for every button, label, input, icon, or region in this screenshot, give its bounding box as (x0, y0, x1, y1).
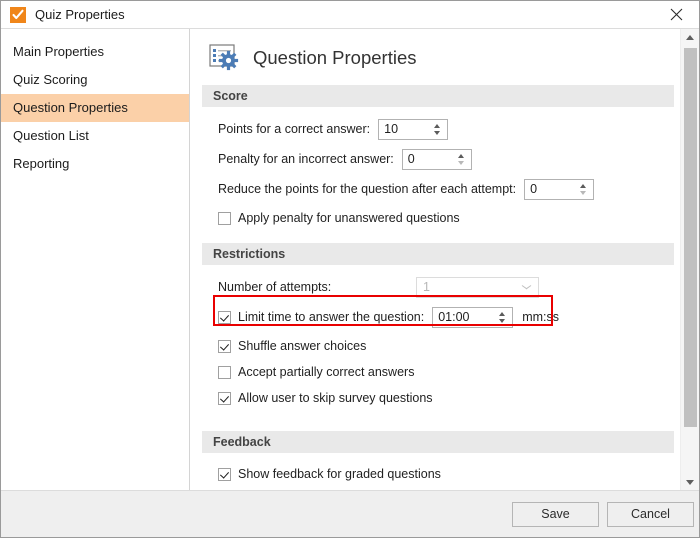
section-header-restrictions: Restrictions (202, 243, 674, 265)
number-of-attempts-label: Number of attempts: (218, 280, 332, 294)
limit-time-checkbox[interactable] (218, 310, 231, 324)
limit-time-row[interactable]: Limit time to answer the question: 01:00… (191, 305, 699, 329)
window-title: Quiz Properties (35, 7, 125, 22)
stepper-down-icon (457, 160, 464, 165)
scroll-up-icon (686, 35, 694, 40)
penalty-incorrect-row: Penalty for an incorrect answer: 0 (191, 147, 699, 171)
partial-answers-checkbox[interactable] (218, 365, 231, 379)
limit-time-stepper[interactable]: 01:00 (432, 306, 514, 328)
shuffle-answers-row[interactable]: Shuffle answer choices (191, 335, 699, 357)
penalty-incorrect-value: 0 (407, 151, 415, 166)
apply-penalty-label: Apply penalty for unanswered questions (238, 211, 460, 225)
sidebar-item-question-properties[interactable]: Question Properties (1, 94, 189, 122)
close-button[interactable] (653, 1, 699, 28)
section-body-restrictions: Number of attempts: 1 Limit time to answ… (191, 265, 699, 423)
stepper-down-icon[interactable] (434, 130, 441, 135)
sidebar-item-main-properties[interactable]: Main Properties (1, 38, 189, 66)
reduce-points-arrows[interactable] (575, 180, 593, 199)
skip-survey-row[interactable]: Allow user to skip survey questions (191, 387, 699, 409)
points-correct-row: Points for a correct answer: 10 (191, 117, 699, 141)
sidebar-item-quiz-scoring[interactable]: Quiz Scoring (1, 66, 189, 94)
reduce-points-row: Reduce the points for the question after… (191, 177, 699, 201)
close-icon (670, 8, 682, 21)
number-of-attempts-select: 1 (416, 276, 539, 298)
cancel-button[interactable]: Cancel (607, 502, 694, 527)
reduce-points-stepper[interactable]: 0 (524, 178, 595, 200)
stepper-down-icon (580, 190, 587, 195)
page-header: Question Properties (191, 29, 699, 85)
app-icon (10, 6, 26, 23)
scroll-up-button[interactable] (681, 29, 699, 46)
number-of-attempts-row: Number of attempts: 1 (191, 275, 699, 299)
number-of-attempts-value: 1 (423, 280, 430, 294)
apply-penalty-checkbox[interactable] (218, 211, 231, 225)
page-title: Question Properties (253, 47, 417, 68)
section-body-score: Points for a correct answer: 10 Penalty … (191, 107, 699, 243)
chevron-down-icon (522, 285, 531, 290)
sidebar-item-reporting[interactable]: Reporting (1, 150, 189, 178)
stepper-down-icon[interactable] (499, 318, 506, 323)
save-button[interactable]: Save (512, 502, 599, 527)
section-header-feedback: Feedback (202, 431, 674, 453)
reduce-points-label: Reduce the points for the question after… (218, 182, 517, 196)
section-header-score: Score (202, 85, 674, 107)
shuffle-answers-label: Shuffle answer choices (238, 339, 367, 353)
quiz-properties-dialog: Quiz Properties Main Properties Quiz Sco… (0, 0, 700, 538)
limit-time-suffix: mm:ss (522, 310, 560, 324)
stepper-up-icon[interactable] (434, 123, 441, 128)
penalty-incorrect-label: Penalty for an incorrect answer: (218, 152, 394, 166)
stepper-up-icon[interactable] (499, 311, 506, 316)
list-gear-icon (207, 41, 241, 75)
footer-bar: Save Cancel (1, 490, 699, 537)
titlebar: Quiz Properties (1, 1, 699, 29)
partial-answers-label: Accept partially correct answers (238, 365, 415, 379)
feedback-graded-label: Show feedback for graded questions (238, 467, 441, 481)
penalty-incorrect-stepper[interactable]: 0 (401, 148, 472, 170)
scrollbar-thumb[interactable] (684, 48, 697, 427)
apply-penalty-row[interactable]: Apply penalty for unanswered questions (191, 207, 699, 229)
scroll-down-icon (686, 480, 694, 485)
stepper-up-icon[interactable] (580, 183, 587, 188)
section-body-feedback: Show feedback for graded questions Show … (191, 453, 699, 491)
skip-survey-checkbox[interactable] (218, 391, 231, 405)
content-scrollbar[interactable] (680, 29, 699, 491)
points-correct-value: 10 (384, 121, 399, 136)
feedback-graded-checkbox[interactable] (218, 467, 231, 481)
penalty-incorrect-arrows[interactable] (453, 150, 471, 169)
points-correct-label: Points for a correct answer: (218, 122, 371, 136)
limit-time-value: 01:00 (438, 309, 470, 324)
partial-answers-row[interactable]: Accept partially correct answers (191, 361, 699, 383)
feedback-graded-row[interactable]: Show feedback for graded questions (191, 463, 699, 485)
points-correct-arrows[interactable] (429, 120, 447, 139)
limit-time-arrows[interactable] (494, 308, 512, 327)
scroll-down-button[interactable] (681, 474, 699, 491)
skip-survey-label: Allow user to skip survey questions (238, 391, 433, 405)
shuffle-answers-checkbox[interactable] (218, 339, 231, 353)
sidebar: Main Properties Quiz Scoring Question Pr… (1, 29, 190, 491)
reduce-points-value: 0 (530, 181, 538, 196)
stepper-up-icon[interactable] (457, 153, 464, 158)
limit-time-label: Limit time to answer the question: (238, 310, 425, 324)
content-panel: Question Properties Score Points for a c… (191, 29, 699, 491)
points-correct-stepper[interactable]: 10 (378, 118, 449, 140)
sidebar-item-question-list[interactable]: Question List (1, 122, 189, 150)
